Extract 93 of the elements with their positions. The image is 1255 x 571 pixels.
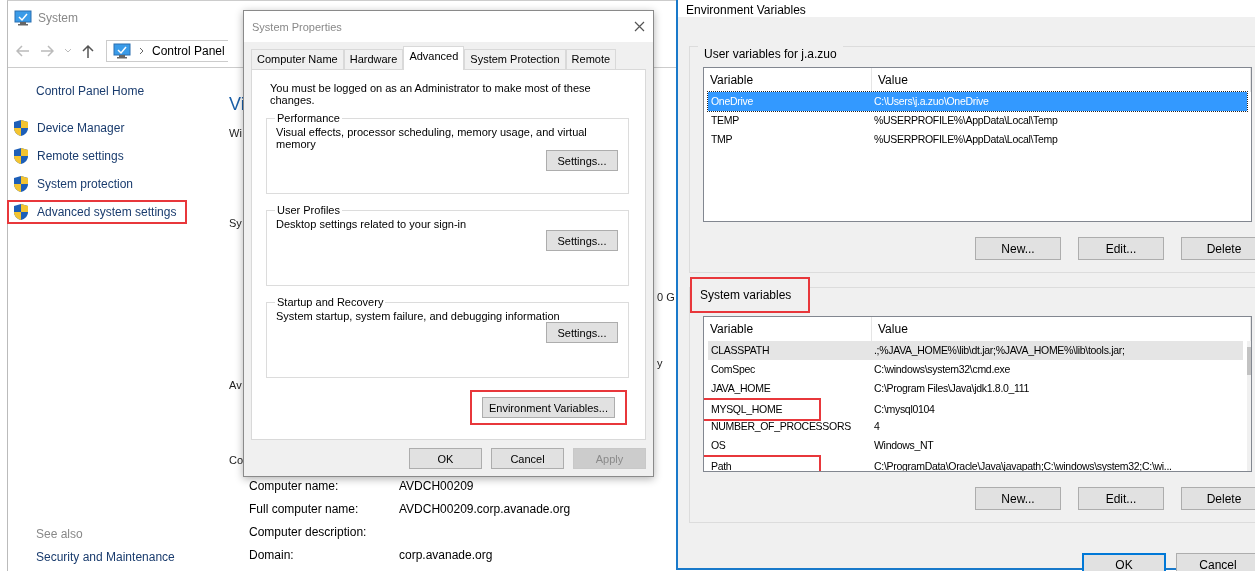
variable-cell: Path [704, 455, 821, 471]
group-label: User variables for j.a.zuo [698, 44, 843, 64]
dialog-button[interactable]: Cancel [1176, 553, 1255, 571]
info-text: 0 G [657, 291, 675, 303]
tab[interactable]: Computer Name [251, 49, 344, 69]
variable-cell-text: JAVA_HOME [710, 381, 772, 396]
shield-icon [13, 203, 29, 221]
tab[interactable]: System Protection [464, 49, 566, 69]
group-description: System startup, system failure, and debugging information [276, 310, 561, 322]
variables-list[interactable]: Variable Value OneDrive C:\Users\j.a.zuo\OneDrive TEMP %USERPROFILE%\AppData\Local\Temp TMP %USERPROFILE%\AppData\Local\Temp [703, 67, 1252, 222]
dialog-title: Environment Variables [686, 4, 806, 16]
variable-button[interactable]: New... [975, 487, 1061, 510]
section-heading: Sy [229, 217, 242, 229]
shield-icon [13, 147, 29, 165]
value-cell-text: %USERPROFILE%\AppData\Local\Temp [873, 113, 1059, 128]
value-cell-text: %USERPROFILE%\AppData\Local\Temp [873, 132, 1059, 147]
group-label: Startup and Recovery [276, 296, 385, 308]
detail-label: Domain: [249, 547, 295, 563]
group-label: System variables [690, 277, 811, 313]
variable-cell: MYSQL_HOME [704, 398, 821, 421]
variable-row[interactable]: JAVA_HOME C:\Program Files\Java\jdk1.8.0_111 [708, 379, 1243, 398]
sidebar-link[interactable]: Control Panel Home [36, 84, 229, 98]
settings-button[interactable]: Settings... [546, 322, 618, 343]
variable-cell-text: OS [710, 438, 727, 453]
group-label: User Profiles [276, 204, 341, 216]
section-heading: Co [229, 454, 244, 466]
variable-button[interactable]: Delete [1181, 237, 1255, 260]
detail-value: AVDCH00209 [399, 478, 475, 494]
environment-variables-button[interactable]: Environment Variables... [481, 397, 615, 418]
scrollbar[interactable] [1247, 341, 1251, 471]
value-cell-text: 4 [873, 419, 881, 434]
tab[interactable]: Advanced [403, 46, 465, 70]
sidebar-link[interactable]: Remote settings [7, 144, 187, 168]
variable-row[interactable]: TEMP %USERPROFILE%\AppData\Local\Temp [708, 111, 1247, 130]
variable-cell-text: NUMBER_OF_PROCESSORS [710, 419, 852, 434]
chevron-icon [139, 47, 144, 55]
address-bar[interactable]: Control Panel [106, 40, 228, 62]
detail-label: Computer name: [249, 478, 340, 494]
variable-button[interactable]: New... [975, 237, 1061, 260]
tab[interactable]: Remote [565, 49, 617, 69]
variable-row[interactable]: ComSpec C:\windows\system32\cmd.exe [708, 360, 1243, 379]
group-description: Visual effects, processor scheduling, memory usage, and virtual memory [276, 126, 588, 150]
dialog-title: System Properties [252, 20, 342, 33]
dialog-button[interactable]: Cancel [491, 448, 564, 469]
variable-cell-text: ComSpec [710, 362, 756, 377]
settings-button[interactable]: Settings... [546, 230, 618, 251]
dropdown-icon[interactable] [64, 48, 72, 54]
notice-text: You must be logged on as an Administrator to make most of these changes. [270, 82, 592, 106]
variable-cell-text: CLASSPATH [710, 343, 771, 358]
value-cell-text: C:\Program Files\Java\jdk1.8.0_111 [873, 381, 1031, 396]
shield-icon [13, 119, 29, 137]
variables-list[interactable] [703, 316, 1252, 472]
value-cell-text: C:\mysql0104 [873, 402, 936, 417]
value-cell-text: Windows_NT [873, 438, 935, 453]
value-cell-text: C:\Users\j.a.zuo\OneDrive [873, 94, 990, 109]
close-icon[interactable] [634, 21, 645, 32]
variable-row[interactable]: CLASSPATH .;%JAVA_HOME%\lib\dt.jar;%JAVA_HOME%\lib\tools.jar; [708, 341, 1243, 360]
window-title: System [38, 11, 78, 25]
section-label: See also [36, 527, 84, 541]
variable-row[interactable]: OS Windows_NT [708, 436, 1243, 455]
breadcrumb-item[interactable]: Control Panel [152, 44, 225, 58]
value-cell-text: C:\windows\system32\cmd.exe [873, 362, 1012, 377]
section-heading: Av [229, 379, 242, 391]
group-description: Desktop settings related to your sign-in [276, 218, 468, 230]
dialog-button[interactable]: OK [409, 448, 482, 469]
section-heading: Wi [229, 127, 242, 139]
variable-cell-text: TEMP [710, 113, 740, 128]
detail-label: Computer description: [249, 524, 368, 540]
back-icon[interactable] [16, 45, 30, 57]
shield-icon [13, 175, 29, 193]
variable-button[interactable]: Edit... [1078, 487, 1164, 510]
dialog-button[interactable]: OK [1082, 553, 1166, 571]
variable-cell-text: OneDrive [710, 94, 754, 109]
value-cell-text: .;%JAVA_HOME%\lib\dt.jar;%JAVA_HOME%\lib\tools.jar; [873, 343, 1126, 358]
settings-button[interactable]: Settings... [546, 150, 618, 171]
detail-value: AVDCH00209.corp.avanade.org [399, 501, 572, 517]
computer-icon [113, 43, 131, 59]
detail-label: Full computer name: [249, 501, 360, 517]
group-label: Performance [276, 112, 341, 124]
info-text: y [657, 357, 663, 369]
sidebar-link[interactable]: Device Manager [7, 116, 187, 140]
sidebar-link[interactable]: System protection [7, 172, 187, 196]
up-icon[interactable] [82, 44, 94, 58]
computer-icon [14, 10, 32, 26]
sidebar-link[interactable]: Security and Maintenance [36, 550, 229, 564]
variable-cell-text: TMP [710, 132, 734, 147]
detail-value: corp.avanade.org [399, 547, 494, 563]
variable-button[interactable]: Delete [1181, 487, 1255, 510]
variable-button[interactable]: Edit... [1078, 237, 1164, 260]
tab[interactable]: Hardware [343, 49, 404, 69]
forward-icon[interactable] [40, 45, 54, 57]
variable-row[interactable]: TMP %USERPROFILE%\AppData\Local\Temp [708, 130, 1247, 149]
sidebar-link[interactable]: Advanced system settings [7, 200, 187, 224]
